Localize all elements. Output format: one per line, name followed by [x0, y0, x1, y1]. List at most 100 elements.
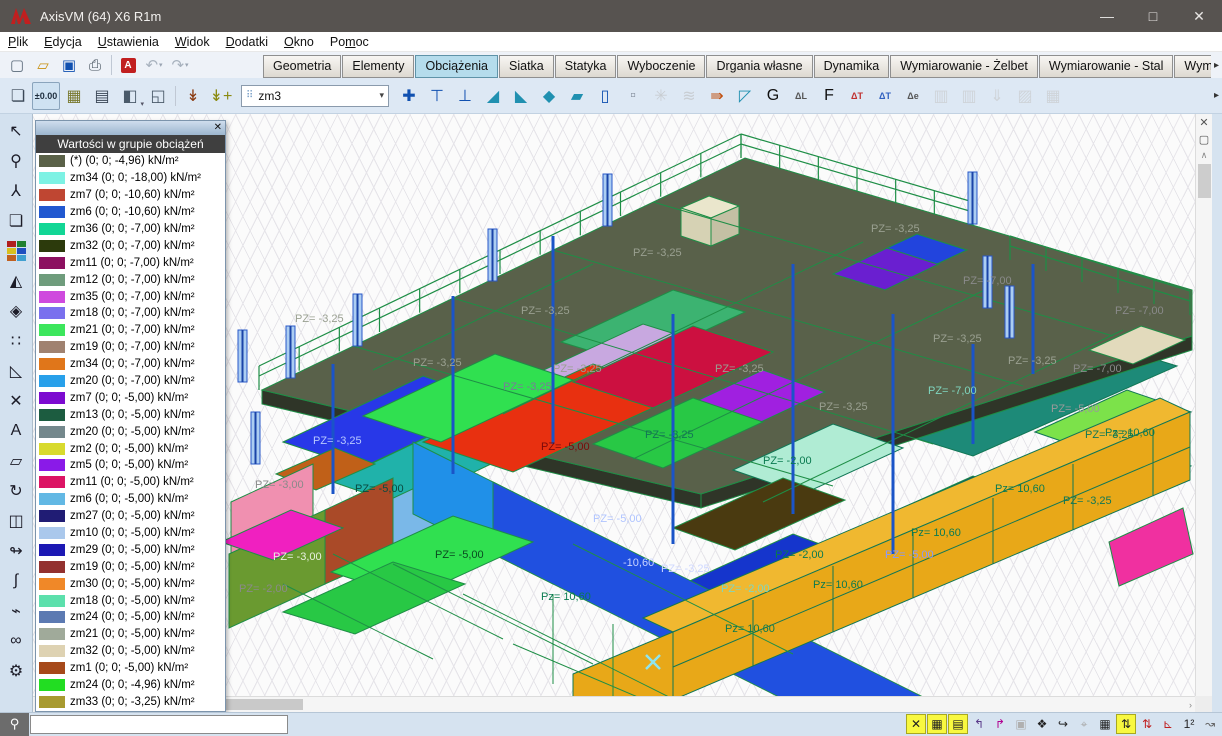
integrate-icon[interactable]: ∫ [2, 566, 31, 596]
zoom-icon[interactable]: ⚲ [2, 146, 31, 176]
menu-item-widok[interactable]: Widok [167, 33, 218, 51]
legend-item[interactable]: zm34 (0; 0; -7,00) kN/m² [36, 356, 225, 373]
layer-manager-icon[interactable]: ▱ [2, 446, 31, 476]
panel-close-icon[interactable]: ✕ [211, 123, 225, 133]
toolbar-overflow-icon[interactable]: ▸ [1214, 90, 1222, 101]
order-icon[interactable]: ↻ [2, 476, 31, 506]
minimize-button[interactable]: — [1084, 0, 1130, 32]
snap-grid-icon[interactable]: ∷ [2, 326, 31, 356]
legend-item[interactable]: zm6 (0; 0; -10,60) kN/m² [36, 204, 225, 221]
load-cases-icon[interactable]: ↡ [179, 82, 207, 110]
combo-dropdown-icon[interactable]: ▾ [379, 90, 384, 101]
snow-load-icon[interactable]: ✳ [647, 82, 675, 110]
influence-line-icon[interactable]: ⇓ [983, 82, 1011, 110]
delete-icon[interactable]: ✕ [2, 386, 31, 416]
vertical-scrollbar[interactable]: ✕ ▢ ∧ [1195, 114, 1212, 696]
tab-obciążenia[interactable]: Obciążenia [415, 55, 498, 78]
legend-item[interactable]: zm2 (0; 0; -5,00) kN/m² [36, 440, 225, 457]
ramp-load-2-icon[interactable]: ◣ [507, 82, 535, 110]
print-icon[interactable]: ⎙ [82, 54, 108, 76]
search-button[interactable]: ⚲ [0, 713, 29, 736]
maximize-button[interactable]: □ [1130, 0, 1176, 32]
menu-item-ustawienia[interactable]: Ustawienia [90, 33, 167, 51]
command-input[interactable] [30, 715, 288, 734]
background-layer-icon[interactable]: ▣ [1011, 714, 1031, 734]
polyline-icon[interactable]: ↬ [2, 536, 31, 566]
table-icon[interactable]: ◫ [2, 506, 31, 536]
save-drawing-icon[interactable]: ◱ [144, 82, 172, 110]
tab-wymiarowanie-stal[interactable]: Wymiarowanie - Stal [1039, 55, 1174, 78]
table-browser-icon[interactable]: ▦ [60, 82, 88, 110]
domain-load-icon[interactable]: ▯ [591, 82, 619, 110]
surface-load-icon[interactable]: ▰ [563, 82, 591, 110]
tab-geometria[interactable]: Geometria [263, 55, 341, 78]
column[interactable] [238, 330, 247, 382]
legend-item[interactable]: zm19 (0; 0; -5,00) kN/m² [36, 558, 225, 575]
tabs-overflow-icon[interactable]: ▸ [1211, 60, 1222, 71]
glasses-icon[interactable]: ∞ [2, 626, 31, 656]
legend-item[interactable]: (*) (0; 0; -4,96) kN/m² [36, 153, 225, 170]
tab-wymiarowanie-żelbet[interactable]: Wymiarowanie - Żelbet [890, 55, 1038, 78]
moving-load-line-icon[interactable]: ▥ [927, 82, 955, 110]
legend-item[interactable]: zm20 (0; 0; -7,00) kN/m² [36, 373, 225, 390]
fluid-load-icon[interactable]: ◸ [731, 82, 759, 110]
legend-item[interactable]: zm29 (0; 0; -5,00) kN/m² [36, 541, 225, 558]
support-displacement-icon[interactable]: Δe [899, 82, 927, 110]
load-combinations-icon[interactable]: ↡+ [207, 82, 235, 110]
new-document-icon[interactable]: ▢ [4, 54, 30, 76]
report-maker-icon[interactable]: ▤ [88, 82, 116, 110]
legend-item[interactable]: zm18 (0; 0; -5,00) kN/m² [36, 592, 225, 609]
legend-item[interactable]: zm18 (0; 0; -7,00) kN/m² [36, 305, 225, 322]
legend-item[interactable]: zm32 (0; 0; -5,00) kN/m² [36, 643, 225, 660]
vertical-scroll-thumb[interactable] [1198, 164, 1211, 198]
column[interactable] [286, 326, 295, 378]
menu-item-edycja[interactable]: Edycja [36, 33, 90, 51]
geometry-check-icon[interactable]: ◺ [2, 356, 31, 386]
dropdown-arrow-icon[interactable]: ▾ [185, 61, 189, 69]
story-manager-icon[interactable]: ❏ [4, 82, 32, 110]
length-change-icon[interactable]: ΔL [787, 82, 815, 110]
legend-item[interactable]: zm7 (0; 0; -10,60) kN/m² [36, 187, 225, 204]
tab-siatka[interactable]: Siatka [499, 55, 554, 78]
horizontal-scroll-thumb[interactable] [223, 699, 303, 710]
legend-item[interactable]: zm7 (0; 0; -5,00) kN/m² [36, 389, 225, 406]
pressure-load-icon[interactable]: ⇛ [703, 82, 731, 110]
pdf-export-icon[interactable]: A [115, 54, 141, 76]
local-axes-icon[interactable]: ⊾ [1158, 714, 1178, 734]
grid-toggle-icon[interactable]: ▦ [927, 714, 947, 734]
dimension-text-icon[interactable]: A [2, 416, 31, 446]
gravity-load-icon[interactable]: G [759, 82, 787, 110]
moving-load-surface-icon[interactable]: ▥ [955, 82, 983, 110]
close-button[interactable]: ✕ [1176, 0, 1222, 32]
legend-item[interactable]: zm24 (0; 0; -5,00) kN/m² [36, 609, 225, 626]
legend-item[interactable]: zm33 (0; 0; -3,25) kN/m² [36, 694, 225, 711]
tools-icon[interactable]: ⚙ [2, 656, 31, 686]
legend-item[interactable]: zm35 (0; 0; -7,00) kN/m² [36, 288, 225, 305]
column[interactable] [488, 229, 497, 281]
dropdown-arrow-icon[interactable]: ▾ [159, 61, 163, 69]
ramp-load-icon[interactable]: ◢ [479, 82, 507, 110]
solid-load-icon[interactable]: ◆ [535, 82, 563, 110]
temperature-surface-icon[interactable]: ΔT [871, 82, 899, 110]
curve-display-icon[interactable]: ↝ [1200, 714, 1220, 734]
coordinate-system-icon[interactable]: ⅄ [2, 176, 31, 206]
menu-item-okno[interactable]: Okno [276, 33, 322, 51]
beam-load-icon[interactable]: ⊤ [423, 82, 451, 110]
legend-item[interactable]: zm32 (0; 0; -7,00) kN/m² [36, 237, 225, 254]
legend-item[interactable]: zm5 (0; 0; -5,00) kN/m² [36, 457, 225, 474]
dynamic-load-icon[interactable]: ▨ [1011, 82, 1039, 110]
legend-item[interactable]: zm34 (0; 0; -18,00) kN/m² [36, 170, 225, 187]
mesh-toggle-icon[interactable]: ▦ [1095, 714, 1115, 734]
selection-icon[interactable]: ↖ [2, 116, 31, 146]
temperature-line-icon[interactable]: ΔT [843, 82, 871, 110]
column[interactable] [968, 172, 977, 224]
redo-icon[interactable]: ↷▾ [167, 54, 193, 76]
legend-item[interactable]: zm21 (0; 0; -5,00) kN/m² [36, 626, 225, 643]
legend-item[interactable]: zm12 (0; 0; -7,00) kN/m² [36, 271, 225, 288]
legend-item[interactable]: zm13 (0; 0; -5,00) kN/m² [36, 406, 225, 423]
legend-item[interactable]: zm21 (0; 0; -7,00) kN/m² [36, 322, 225, 339]
open-file-icon[interactable]: ▱ [30, 54, 56, 76]
column[interactable] [353, 294, 362, 346]
load-table-icon[interactable]: ▦ [1039, 82, 1067, 110]
legend-item[interactable]: zm19 (0; 0; -7,00) kN/m² [36, 339, 225, 356]
